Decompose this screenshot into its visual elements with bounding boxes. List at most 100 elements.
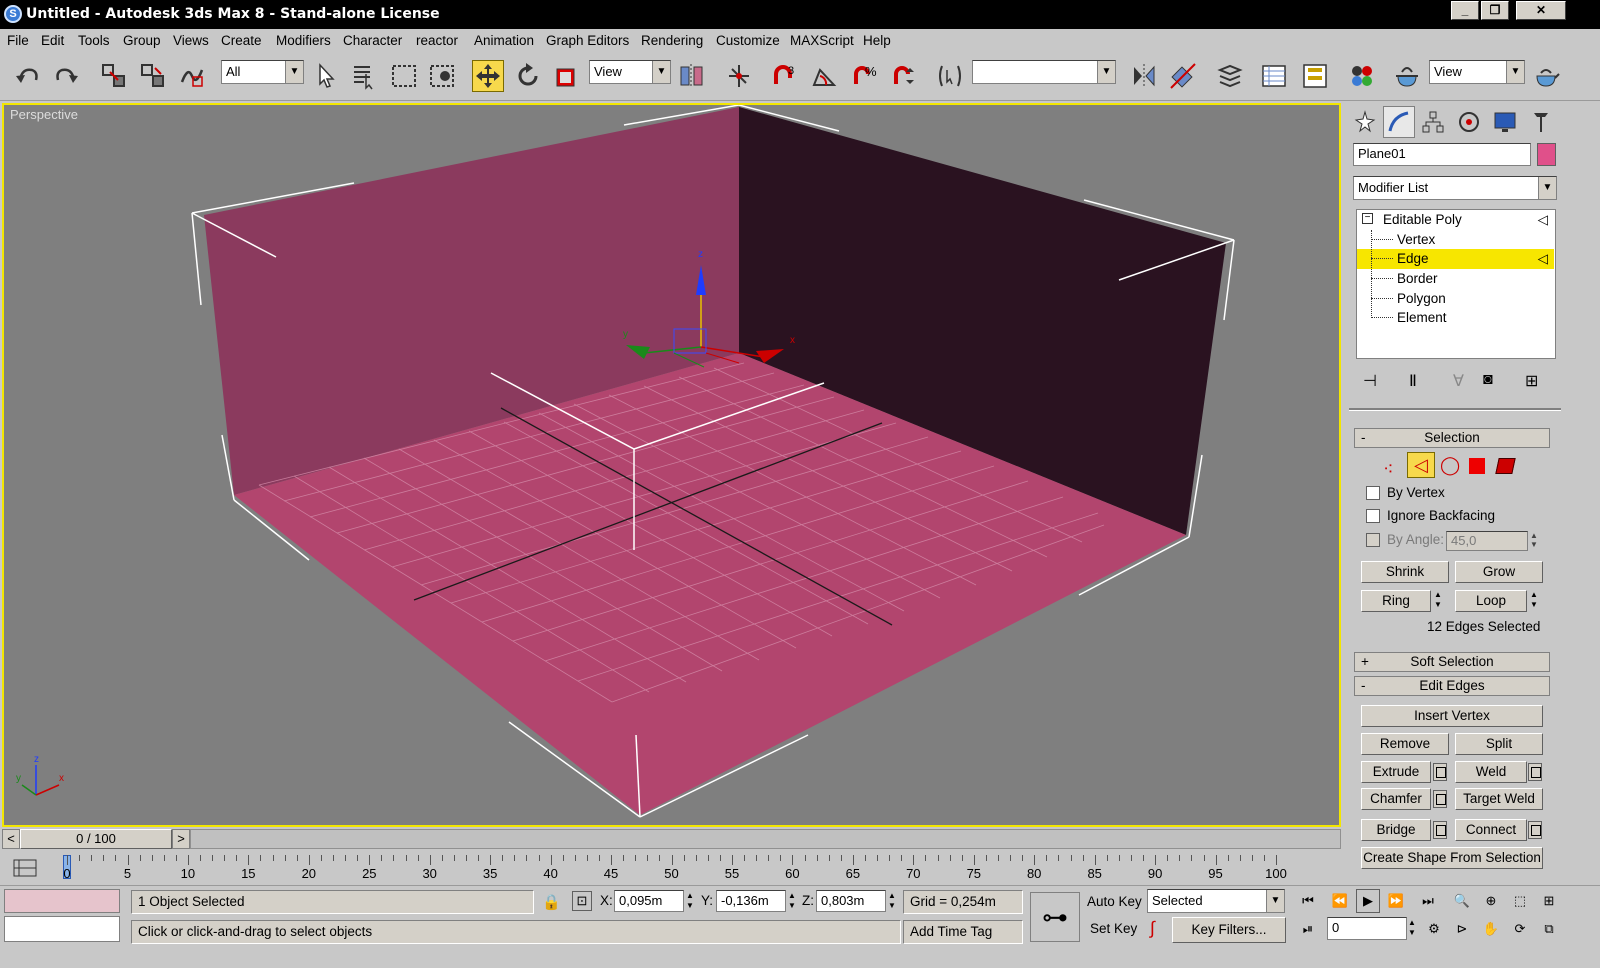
remove-modifier-icon[interactable]: ◙: [1483, 371, 1493, 389]
snaps-toggle-icon[interactable]: 3: [768, 60, 800, 92]
set-key-button[interactable]: Set Key: [1090, 921, 1137, 936]
track-bar[interactable]: 0 5 10 15 20 25 30 35 40 45 50 55 60 65 70 75 80 85 90 95 10…: [0, 851, 1341, 885]
menu-rendering[interactable]: Rendering: [641, 33, 703, 48]
configure-modifier-sets-icon[interactable]: ⊞: [1525, 371, 1538, 391]
selection-filter-dropdown[interactable]: All ▼: [221, 60, 304, 84]
manipulate-icon[interactable]: [723, 60, 755, 92]
zoom-icon[interactable]: 🔍: [1450, 889, 1474, 913]
unlink-selection-icon[interactable]: [137, 60, 169, 92]
perspective-viewport[interactable]: Perspective z x y z x y: [2, 103, 1341, 827]
maxscript-input[interactable]: [4, 916, 120, 942]
bridge-settings-icon[interactable]: [1433, 821, 1447, 839]
stack-item-polygon[interactable]: Polygon: [1357, 289, 1554, 309]
edit-edges-rollout-header[interactable]: - Edit Edges: [1354, 676, 1550, 696]
motion-tab-icon[interactable]: [1453, 106, 1485, 138]
select-and-scale-icon[interactable]: [550, 60, 582, 92]
hierarchy-tab-icon[interactable]: [1417, 106, 1449, 138]
z-coord-input[interactable]: 0,803m: [816, 890, 886, 912]
lock-selection-icon[interactable]: 🔒: [542, 893, 561, 911]
stack-item-border[interactable]: Border: [1357, 269, 1554, 289]
undo-icon[interactable]: [12, 60, 44, 92]
pivot-center-icon[interactable]: [676, 60, 708, 92]
pin-stack-icon[interactable]: ⊣: [1363, 371, 1377, 391]
bridge-button[interactable]: Bridge: [1361, 819, 1431, 841]
vertex-subobject-icon[interactable]: ⁖: [1383, 459, 1394, 480]
angle-snap-icon[interactable]: [808, 60, 840, 92]
menu-edit[interactable]: Edit: [41, 33, 64, 48]
key-mode-dropdown[interactable]: Selected ▼: [1147, 889, 1285, 913]
create-tab-icon[interactable]: [1349, 106, 1381, 138]
redo-icon[interactable]: [50, 60, 82, 92]
next-frame-button[interactable]: >: [172, 829, 190, 849]
prev-frame-button[interactable]: <: [2, 829, 20, 849]
maxscript-listener-mini[interactable]: [4, 889, 120, 913]
field-of-view-icon[interactable]: ⊳: [1450, 917, 1474, 941]
reference-coord-dropdown[interactable]: View ▼: [589, 60, 671, 84]
by-vertex-checkbox[interactable]: [1366, 486, 1380, 500]
maximize-viewport-icon[interactable]: ⧉: [1537, 917, 1561, 941]
key-mode-toggle-icon[interactable]: ⏯: [1296, 917, 1320, 941]
menu-maxscript[interactable]: MAXScript: [790, 33, 854, 48]
y-coord-input[interactable]: -0,136m: [716, 890, 786, 912]
zoom-extents-icon[interactable]: ⬚: [1508, 889, 1532, 913]
by-angle-input[interactable]: 45,0: [1446, 531, 1528, 551]
goto-end-icon[interactable]: ⏭: [1416, 889, 1440, 913]
menu-animation[interactable]: Animation: [474, 33, 534, 48]
add-time-tag-button[interactable]: Add Time Tag: [903, 920, 1023, 944]
menu-file[interactable]: File: [7, 33, 29, 48]
menu-character[interactable]: Character: [343, 33, 402, 48]
layer-manager-icon[interactable]: [1214, 60, 1246, 92]
edit-named-selection-icon[interactable]: [934, 60, 966, 92]
weld-settings-icon[interactable]: [1528, 763, 1542, 781]
by-angle-spinner[interactable]: ▲ ▼: [1530, 531, 1542, 551]
zoom-extents-all-icon[interactable]: ⊞: [1537, 889, 1561, 913]
rectangular-selection-icon[interactable]: [388, 60, 420, 92]
menu-graph-editors[interactable]: Graph Editors: [546, 33, 629, 48]
minimize-icon[interactable]: _: [1451, 1, 1479, 20]
stack-item-vertex[interactable]: Vertex: [1357, 230, 1554, 250]
loop-spinner[interactable]: ▲ ▼: [1530, 590, 1542, 612]
zoom-all-icon[interactable]: ⊕: [1479, 889, 1503, 913]
stack-item-editable-poly[interactable]: − Editable Poly ◁: [1357, 210, 1554, 230]
render-scene-icon[interactable]: [1391, 60, 1423, 92]
target-weld-button[interactable]: Target Weld: [1455, 788, 1543, 810]
object-name-field[interactable]: Plane01: [1353, 143, 1531, 166]
grow-button[interactable]: Grow: [1455, 561, 1543, 583]
selection-rollout-header[interactable]: - Selection: [1354, 428, 1550, 448]
ignore-backfacing-checkbox[interactable]: [1366, 509, 1380, 523]
stack-item-element[interactable]: Element: [1357, 308, 1554, 328]
split-button[interactable]: Split: [1455, 733, 1543, 755]
play-icon[interactable]: ▶: [1356, 889, 1380, 913]
loop-button[interactable]: Loop: [1455, 590, 1527, 612]
select-object-icon[interactable]: [310, 60, 342, 92]
extrude-button[interactable]: Extrude: [1361, 761, 1431, 783]
next-frame-icon[interactable]: ⏩: [1384, 889, 1408, 913]
named-selection-sets-dropdown[interactable]: ▼: [972, 60, 1116, 84]
render-type-dropdown[interactable]: View ▼: [1429, 60, 1525, 84]
menu-help[interactable]: Help: [863, 33, 891, 48]
time-slider-track[interactable]: [190, 829, 1341, 849]
z-spinner[interactable]: ▲ ▼: [888, 891, 900, 913]
absolute-mode-icon[interactable]: ⊡: [572, 891, 592, 911]
border-subobject-icon[interactable]: ◯: [1440, 455, 1460, 476]
select-and-link-icon[interactable]: [98, 60, 130, 92]
menu-tools[interactable]: Tools: [78, 33, 110, 48]
mirror-icon[interactable]: [1128, 60, 1160, 92]
soft-selection-rollout-header[interactable]: + Soft Selection: [1354, 652, 1550, 672]
collapse-icon[interactable]: −: [1362, 213, 1373, 224]
schematic-view-icon[interactable]: [1299, 60, 1331, 92]
connect-settings-icon[interactable]: [1528, 821, 1542, 839]
menu-group[interactable]: Group: [123, 33, 161, 48]
align-icon[interactable]: [1167, 60, 1199, 92]
insert-vertex-button[interactable]: Insert Vertex: [1361, 705, 1543, 727]
chamfer-button[interactable]: Chamfer: [1361, 788, 1431, 810]
time-configuration-icon[interactable]: ⚙: [1422, 917, 1446, 941]
key-filters-button[interactable]: Key Filters...: [1172, 917, 1286, 943]
close-icon[interactable]: ✕: [1516, 1, 1566, 20]
ring-button[interactable]: Ring: [1361, 590, 1431, 612]
x-spinner[interactable]: ▲ ▼: [686, 891, 698, 913]
curve-editor-icon[interactable]: [1258, 60, 1290, 92]
modifier-list-dropdown[interactable]: Modifier List ▼: [1353, 176, 1557, 200]
spinner-snap-icon[interactable]: [888, 60, 920, 92]
frame-spinner[interactable]: ▲ ▼: [1408, 918, 1420, 940]
